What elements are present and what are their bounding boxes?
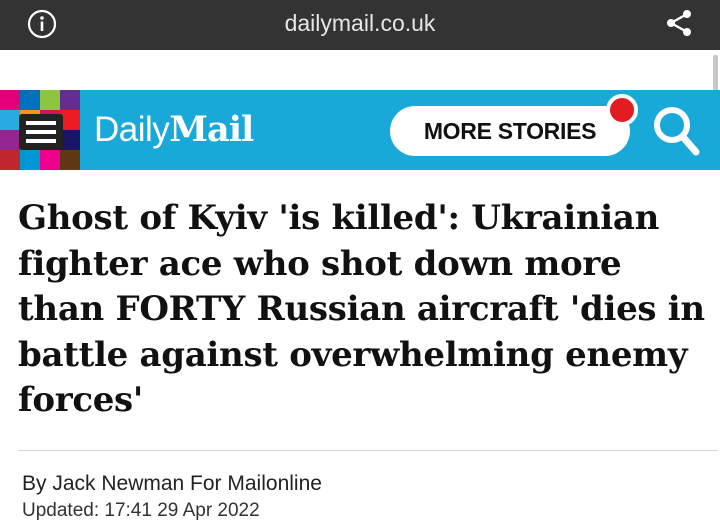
- logo-daily-text: Daily: [94, 110, 170, 149]
- article-headline: Ghost of Kyiv 'is killed': Ukrainian fig…: [18, 198, 705, 420]
- search-icon[interactable]: [651, 104, 701, 158]
- page-top-gap: [0, 50, 720, 90]
- share-icon[interactable]: [664, 8, 694, 38]
- hamburger-menu-icon[interactable]: [17, 112, 65, 152]
- browser-address-bar: dailymail.co.uk: [0, 0, 720, 50]
- url-text[interactable]: dailymail.co.uk: [0, 0, 720, 46]
- divider: [18, 450, 718, 451]
- article-updated-timestamp: Updated: 17:41 29 Apr 2022: [22, 500, 260, 521]
- more-stories-button[interactable]: MORE STORIES: [390, 106, 630, 156]
- article-byline[interactable]: By Jack Newman For Mailonline: [22, 470, 322, 498]
- notification-dot: [606, 94, 638, 126]
- logo-mail-text: Mail: [169, 109, 254, 150]
- daily-mail-logo[interactable]: DailyMail: [94, 109, 254, 150]
